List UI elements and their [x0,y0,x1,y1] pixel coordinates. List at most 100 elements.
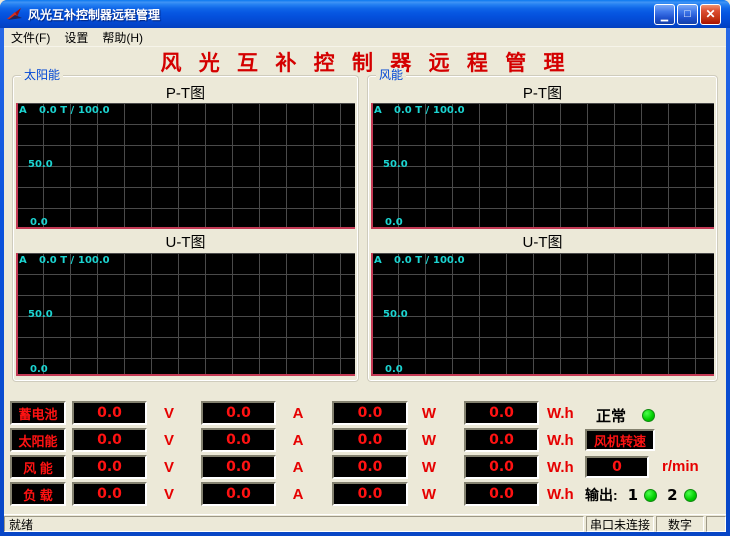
current-unit-label: A [283,482,313,506]
solar-ut-chart: A 0.0 T / 100.0 50.0 0.0 [16,253,355,376]
group-wind-label: 风能 [376,68,406,82]
current-unit-label: A [283,428,313,452]
statusbar-num-mode: 数字 [656,516,704,532]
window-body: 文件(F) 设置 帮助(H) 风 光 互 补 控 制 器 远 程 管 理 太阳能… [4,28,726,532]
row-label-solar: 太阳能 [10,428,66,452]
energy-unit-label: W.h [547,455,587,479]
statusbar-end-panel [706,516,726,532]
wind-pt-chart: A 0.0 T / 100.0 50.0 0.0 [371,103,714,229]
solar-energy-display: 0.0 [464,428,539,452]
axis-corner-label: A [374,255,382,266]
solar-power-display: 0.0 [332,428,408,452]
maximize-button[interactable]: □ [677,4,698,25]
axis-time-label: 0.0 T / [394,255,429,266]
power-unit-label: W [414,455,444,479]
x-axis-line [16,374,355,376]
output1-led [644,489,657,502]
load-power-display: 0.0 [332,482,408,506]
status-bar: 就绪 串口未连接 数字 [4,514,726,532]
axis-ymax-label: 100.0 [433,255,465,266]
battery-voltage-display: 0.0 [72,401,147,425]
page-title: 风 光 互 补 控 制 器 远 程 管 理 [4,47,726,73]
output2-number: 2 [667,486,677,504]
y-axis-line [371,253,373,376]
solar-pt-chart-title: P-T图 [13,82,358,103]
axis-ymid-label: 50.0 [28,159,53,170]
app-icon [6,6,24,22]
window-title: 风光互补控制器远程管理 [28,6,654,23]
close-button[interactable]: ✕ [700,4,721,25]
current-unit-label: A [283,401,313,425]
solar-ut-chart-title: U-T图 [13,231,358,252]
axis-ymid-label: 50.0 [383,159,408,170]
axis-ymin-label: 0.0 [30,364,48,375]
load-voltage-display: 0.0 [72,482,147,506]
fan-speed-label: 风机转速 [585,429,655,451]
axis-ymin-label: 0.0 [30,217,48,228]
x-axis-line [371,374,714,376]
output2-led [684,489,697,502]
x-axis-line [16,227,355,229]
row-label-load: 负 载 [10,482,66,506]
axis-corner-label: A [19,255,27,266]
solar-pt-chart: A 0.0 T / 100.0 50.0 0.0 [16,103,355,229]
application-window: 风光互补控制器远程管理 ▁ □ ✕ 文件(F) 设置 帮助(H) 风 光 互 补… [0,0,730,536]
power-unit-label: W [414,401,444,425]
output-label: 输出: [585,485,618,505]
wind-power-display: 0.0 [332,455,408,479]
y-axis-line [16,253,18,376]
axis-time-label: 0.0 T / [39,255,74,266]
energy-unit-label: W.h [547,401,587,425]
axis-corner-label: A [19,105,27,116]
load-energy-display: 0.0 [464,482,539,506]
energy-unit-label: W.h [547,482,587,506]
axis-ymin-label: 0.0 [385,364,403,375]
power-unit-label: W [414,428,444,452]
wind-pt-chart-title: P-T图 [368,82,717,103]
menu-bar: 文件(F) 设置 帮助(H) [4,28,726,47]
normal-status-label: 正常 [596,405,626,426]
x-axis-line [371,227,714,229]
y-axis-line [16,103,18,229]
wind-ut-chart: A 0.0 T / 100.0 50.0 0.0 [371,253,714,376]
group-wind: 风能 P-T图 A 0.0 T / 100.0 50.0 0.0 U-T图 A … [367,75,718,382]
wind-voltage-display: 0.0 [72,455,147,479]
menu-settings[interactable]: 设置 [57,28,95,47]
output1-number: 1 [628,486,638,504]
voltage-unit-label: V [154,482,184,506]
axis-ymax-label: 100.0 [433,105,465,116]
fan-speed-display: 0 [585,456,649,478]
title-bar[interactable]: 风光互补控制器远程管理 ▁ □ ✕ [0,0,730,28]
solar-voltage-display: 0.0 [72,428,147,452]
axis-corner-label: A [374,105,382,116]
axis-time-label: 0.0 T / [39,105,74,116]
solar-current-display: 0.0 [201,428,276,452]
axis-ymax-label: 100.0 [78,255,110,266]
voltage-unit-label: V [154,455,184,479]
energy-unit-label: W.h [547,428,587,452]
wind-energy-display: 0.0 [464,455,539,479]
axis-time-label: 0.0 T / [394,105,429,116]
statusbar-serial-status: 串口未连接 [586,516,654,532]
current-unit-label: A [283,455,313,479]
group-solar: 太阳能 P-T图 A 0.0 T / 100.0 50.0 0.0 U-T图 A… [12,75,359,382]
load-current-display: 0.0 [201,482,276,506]
menu-file[interactable]: 文件(F) [4,28,57,47]
battery-energy-display: 0.0 [464,401,539,425]
fan-speed-unit-label: r/min [662,458,699,475]
output-status: 输出: 1 2 [585,485,697,505]
statusbar-ready: 就绪 [4,516,584,532]
axis-ymid-label: 50.0 [28,309,53,320]
y-axis-line [371,103,373,229]
normal-status-led [642,409,655,422]
system-status: 正常 [596,405,655,426]
battery-current-display: 0.0 [201,401,276,425]
menu-help[interactable]: 帮助(H) [95,28,150,47]
measurement-panel: 蓄电池 0.0 V 0.0 A 0.0 W 0.0 W.h 太阳能 0.0 V … [4,401,726,506]
row-label-battery: 蓄电池 [10,401,66,425]
power-unit-label: W [414,482,444,506]
axis-ymid-label: 50.0 [383,309,408,320]
minimize-button[interactable]: ▁ [654,4,675,25]
group-solar-label: 太阳能 [21,68,63,82]
row-label-wind: 风 能 [10,455,66,479]
